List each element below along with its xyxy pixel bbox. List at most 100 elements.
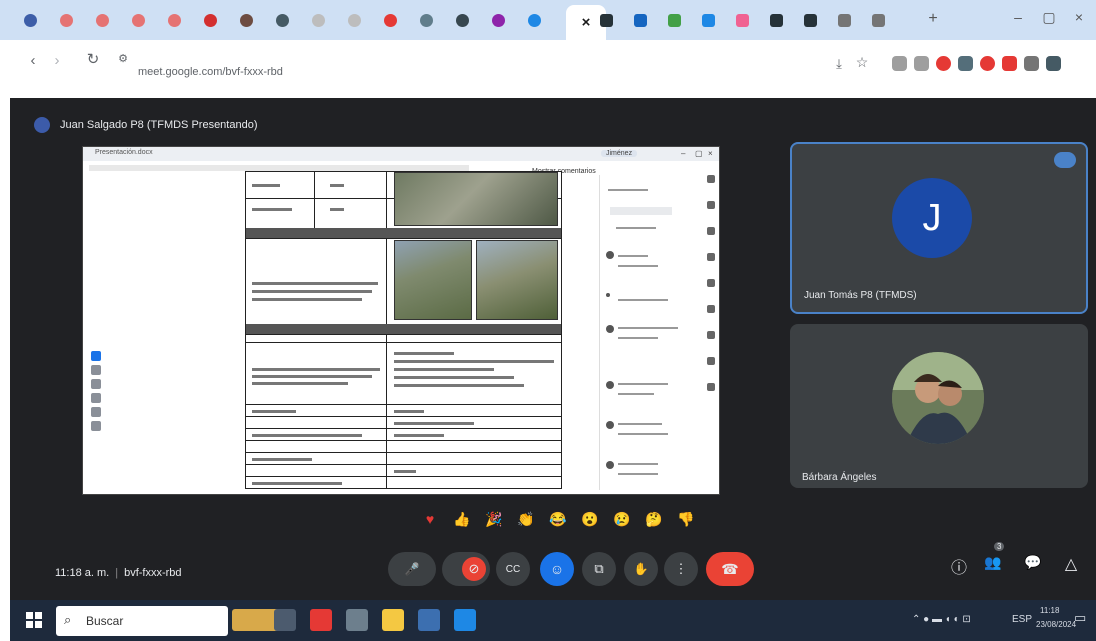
browser-tab[interactable]: [306, 8, 330, 32]
taskbar-app-icon[interactable]: [274, 609, 296, 631]
extension-icon[interactable]: [1046, 56, 1061, 71]
extension-icon[interactable]: [1024, 56, 1039, 71]
browser-tab[interactable]: [628, 8, 652, 32]
extension-icon[interactable]: [914, 56, 929, 71]
notifications-icon[interactable]: ▭: [1074, 610, 1086, 626]
reaction-thumbs-down-icon[interactable]: 👎: [673, 506, 699, 532]
doc-row-border: [246, 334, 561, 335]
browser-tab[interactable]: [522, 8, 546, 32]
reaction-sad-icon[interactable]: 😢: [609, 506, 635, 532]
doc-text: [330, 184, 344, 187]
tray-icons[interactable]: ⌃ ● ▬ ◖ ◐ ⊡: [912, 614, 971, 625]
taskbar-app-icon[interactable]: [382, 609, 404, 631]
people-button[interactable]: 👥 3: [980, 542, 1006, 572]
chat-icon: 💬: [1024, 554, 1042, 570]
browser-tab[interactable]: [832, 8, 856, 32]
activities-icon: △: [1064, 556, 1078, 573]
forward-icon[interactable]: ›: [48, 52, 66, 69]
extension-icon[interactable]: [892, 56, 907, 71]
browser-tab[interactable]: [414, 8, 438, 32]
extension-icon[interactable]: [958, 56, 973, 71]
camera-button[interactable]: ⊘: [442, 552, 490, 586]
maximize-button[interactable]: ▢: [1036, 9, 1062, 26]
reaction-surprised-icon[interactable]: 😮: [577, 506, 603, 532]
present-button[interactable]: ⧉: [582, 552, 616, 586]
doc-text: [252, 184, 280, 187]
presenter-shield-icon: [34, 117, 50, 133]
taskbar-app-icon[interactable]: [418, 609, 440, 631]
taskbar-search-box[interactable]: [56, 606, 228, 636]
back-icon[interactable]: ‹: [24, 52, 42, 69]
chat-button[interactable]: 💬: [1020, 554, 1046, 572]
reaction-laugh-icon[interactable]: 😂: [545, 506, 571, 532]
new-tab-button[interactable]: +: [920, 10, 946, 28]
microphone-button[interactable]: 🎤: [388, 552, 436, 586]
keyboard-language[interactable]: ESP: [1012, 614, 1032, 625]
comment-text: [618, 473, 658, 475]
browser-tab[interactable]: [594, 8, 618, 32]
activities-button[interactable]: △: [1058, 554, 1084, 574]
taskbar-app-icon[interactable]: [310, 609, 332, 631]
reload-icon[interactable]: ↻: [84, 50, 102, 68]
reaction-thumbs-up-icon[interactable]: 👍: [449, 506, 475, 532]
browser-tab[interactable]: [90, 8, 114, 32]
more-options-button[interactable]: ⋮: [664, 552, 698, 586]
taskbar-app-icon[interactable]: [232, 609, 280, 631]
browser-tab[interactable]: [54, 8, 78, 32]
minimize-button[interactable]: –: [1005, 9, 1031, 25]
site-info-icon[interactable]: ⚙: [114, 52, 132, 65]
windows-start-icon[interactable]: [26, 612, 42, 628]
extension-icon[interactable]: [1002, 56, 1017, 71]
captions-button[interactable]: CC: [496, 552, 530, 586]
download-icon[interactable]: ⤓: [830, 56, 848, 72]
browser-tab[interactable]: [798, 8, 822, 32]
browser-tab[interactable]: [450, 8, 474, 32]
reaction-clap-icon[interactable]: 👏: [513, 506, 539, 532]
clock-time[interactable]: 11:18: [1040, 606, 1059, 615]
extension-icon[interactable]: [980, 56, 995, 71]
browser-tab[interactable]: [342, 8, 366, 32]
browser-tab[interactable]: [486, 8, 510, 32]
participant-tile-juan[interactable]: J Juan Tomás P8 (TFMDS): [790, 142, 1088, 314]
clock-date[interactable]: 23/08/2024: [1036, 620, 1076, 629]
browser-tab[interactable]: [234, 8, 258, 32]
browser-tab[interactable]: [378, 8, 402, 32]
info-icon: ⓘ: [950, 560, 967, 577]
extension-icon[interactable]: [936, 56, 951, 71]
reaction-party-icon[interactable]: 🎉: [481, 506, 507, 532]
browser-tab[interactable]: [18, 8, 42, 32]
meeting-details-button[interactable]: ⓘ: [946, 554, 972, 578]
close-tab-icon[interactable]: ×: [582, 14, 591, 31]
browser-tab[interactable]: [198, 8, 222, 32]
leave-call-button[interactable]: ☎: [706, 552, 754, 586]
shared-left-toolbar: [91, 351, 105, 435]
shared-rail-icon: [707, 175, 715, 183]
close-window-button[interactable]: ×: [1066, 9, 1092, 25]
browser-tab[interactable]: [696, 8, 720, 32]
avatar: [892, 352, 984, 444]
reaction-thinking-icon[interactable]: 🤔: [641, 506, 667, 532]
tab-favicon-icon: [803, 13, 817, 27]
doc-row-border: [246, 404, 561, 405]
comment-avatar-icon: [606, 251, 614, 259]
doc-text: [252, 375, 372, 378]
address-bar[interactable]: meet.google.com/bvf-fxxx-rbd: [138, 66, 283, 78]
bookmark-star-icon[interactable]: ☆: [853, 54, 871, 71]
doc-row-border: [246, 440, 561, 441]
emoji-reactions-button[interactable]: ☺: [540, 552, 574, 586]
browser-tab[interactable]: [162, 8, 186, 32]
browser-tab[interactable]: [764, 8, 788, 32]
browser-tab[interactable]: [730, 8, 754, 32]
raise-hand-button[interactable]: ✋: [624, 552, 658, 586]
browser-tab[interactable]: [866, 8, 890, 32]
participant-tile-barbara[interactable]: Bárbara Ángeles: [790, 324, 1088, 488]
browser-tab[interactable]: [270, 8, 294, 32]
browser-tab[interactable]: [662, 8, 686, 32]
shared-doc-title: Presentación.docx: [95, 149, 153, 156]
shared-rail-icon: [707, 279, 715, 287]
taskbar-app-icon[interactable]: [454, 609, 476, 631]
taskbar-app-icon[interactable]: [346, 609, 368, 631]
browser-tab[interactable]: [126, 8, 150, 32]
reaction-heart-icon[interactable]: ♥: [417, 506, 443, 532]
doc-text: [394, 384, 524, 387]
